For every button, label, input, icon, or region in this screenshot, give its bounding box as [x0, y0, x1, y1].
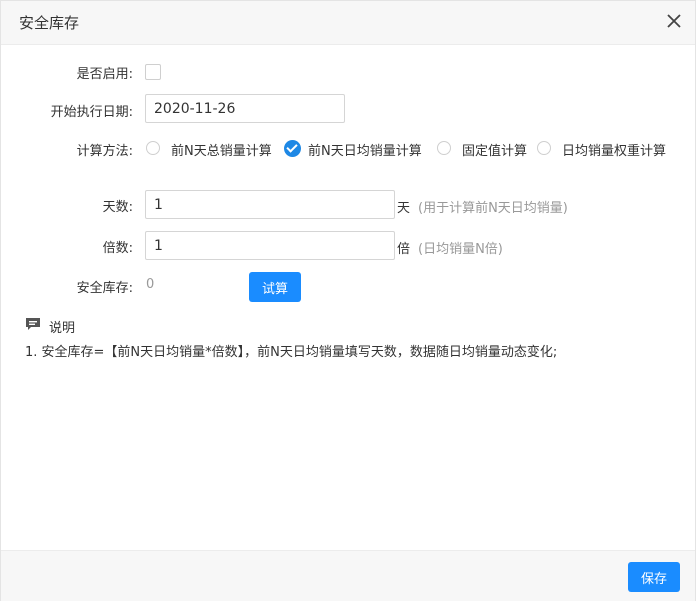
- multiple-hint: (日均销量N倍): [418, 242, 503, 257]
- method-label: 计算方法:: [76, 144, 133, 159]
- notes-line: 1. 安全库存=【前N天日均销量*倍数】，前N天日均销量填写天数，数据随日均销量…: [25, 345, 558, 360]
- multiple-label: 倍数:: [102, 241, 133, 256]
- method-radio-weighted[interactable]: [537, 141, 551, 155]
- safety-stock-dialog: 安全库存 是否启用: 开始执行日期: 计算方法: 前N天总销量计算 前N天日均销…: [0, 0, 696, 601]
- multiple-input[interactable]: [145, 231, 395, 260]
- save-button[interactable]: 保存: [628, 562, 680, 592]
- enable-checkbox[interactable]: [145, 64, 161, 80]
- days-unit: 天: [397, 201, 411, 216]
- method-label-weighted[interactable]: 日均销量权重计算: [562, 140, 666, 159]
- enable-label: 是否启用:: [76, 67, 133, 82]
- method-label-total[interactable]: 前N天总销量计算: [171, 140, 272, 159]
- close-icon[interactable]: [665, 12, 683, 30]
- comment-icon: [26, 318, 40, 330]
- method-radio-total[interactable]: [146, 141, 160, 155]
- notes-title: 说明: [49, 321, 76, 336]
- method-radio-daily-avg[interactable]: [284, 140, 301, 157]
- multiple-unit: 倍: [397, 242, 411, 257]
- start-date-label: 开始执行日期:: [50, 105, 133, 120]
- calc-button[interactable]: 试算: [249, 272, 301, 302]
- method-label-daily-avg[interactable]: 前N天日均销量计算: [308, 140, 422, 159]
- dialog-header: 安全库存: [1, 1, 695, 45]
- start-date-input[interactable]: [145, 94, 345, 123]
- method-radio-fixed[interactable]: [437, 141, 451, 155]
- safety-stock-value: 0: [146, 277, 155, 292]
- days-input[interactable]: [145, 190, 395, 219]
- days-hint: (用于计算前N天日均销量): [418, 201, 568, 216]
- safety-stock-label: 安全库存:: [76, 281, 133, 296]
- method-label-fixed[interactable]: 固定值计算: [462, 140, 527, 159]
- days-label: 天数:: [102, 200, 133, 215]
- dialog-title: 安全库存: [19, 14, 80, 32]
- dialog-footer: 保存: [1, 550, 695, 601]
